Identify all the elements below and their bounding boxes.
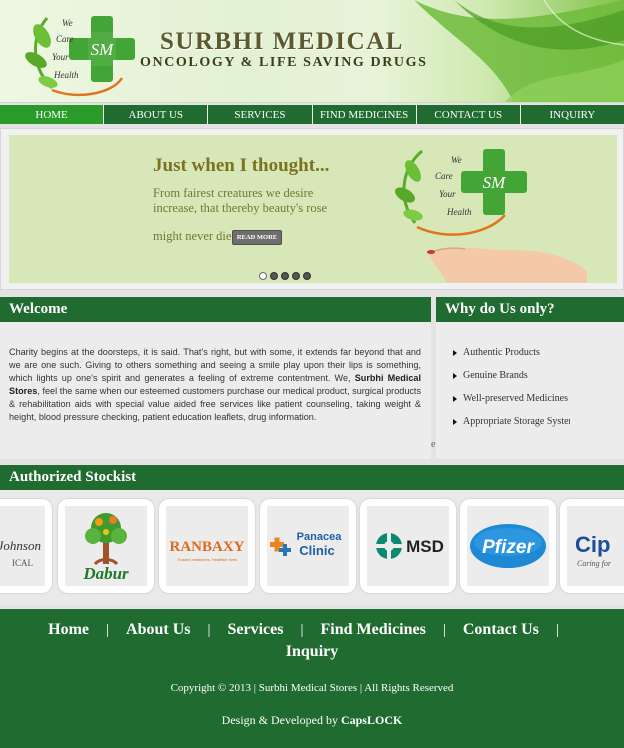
logo-monogram: SM [91, 40, 115, 59]
johnson-logo: Johnson ICAL [0, 538, 41, 568]
footer-link-home[interactable]: Home [48, 621, 89, 638]
hero-slider-frame: Just when I thought... From fairest crea… [0, 128, 624, 290]
brand-dabur[interactable]: Dabur [58, 499, 154, 593]
slider-dot-1[interactable] [259, 272, 267, 280]
svg-text:Clinic: Clinic [299, 543, 334, 558]
svg-text:Care: Care [56, 34, 74, 44]
svg-text:MSD: MSD [406, 537, 444, 556]
svg-text:ICAL: ICAL [12, 558, 33, 568]
pfizer-logo: Pfizer [470, 524, 546, 568]
brand-msd[interactable]: MSD [360, 499, 456, 593]
svg-text:Health: Health [446, 207, 472, 217]
hand-logo-illustration: SM We Care Your Health [395, 149, 587, 283]
footer-link-services[interactable]: Services [228, 621, 284, 638]
why-item: Appropriate Storage System [453, 416, 570, 439]
svg-text:Panacea: Panacea [297, 531, 343, 543]
footer-link-about-us[interactable]: About Us [126, 621, 190, 638]
svg-text:Dabur: Dabur [82, 564, 129, 583]
slider-dot-3[interactable] [281, 272, 289, 280]
brand-cipla[interactable]: Cip Caring for [560, 499, 624, 593]
site-footer: Home | About Us | Services | Find Medicines | Co… [0, 609, 624, 748]
nav-contact-us[interactable]: CONTACT US [417, 105, 521, 124]
nav-about-us[interactable]: ABOUT US [104, 105, 209, 124]
design-credit: Design & Developed by CapsLOCK [221, 713, 403, 727]
brand-pfizer[interactable]: Pfizer [460, 499, 556, 593]
site-header: SM We Care Your Health SURBHI MEDICAL ON… [0, 0, 624, 103]
ticker-overflow-text: e [431, 439, 436, 450]
brand-johnson[interactable]: Johnson ICAL [0, 499, 52, 593]
nav-home[interactable]: HOME [0, 105, 105, 124]
logo-icon: SM We Care Your Health [25, 16, 135, 97]
svg-text:SM: SM [483, 173, 507, 192]
svg-text:Your: Your [52, 52, 69, 62]
brand-title: SURBHI MEDICAL [160, 28, 404, 55]
main-nav: HOME ABOUT US SERVICES FIND MEDICINES CO… [0, 105, 624, 124]
slider-dots [259, 272, 311, 280]
footer-link-find-medicines[interactable]: Find Medicines [321, 621, 426, 638]
welcome-heading: Welcome [0, 297, 431, 322]
nav-inquiry[interactable]: INQUIRY [521, 105, 624, 124]
leaf-decoration [414, 0, 624, 102]
slider-dot-2[interactable] [270, 272, 278, 280]
why-list: Authentic Products Genuine Brands Well-p… [453, 347, 570, 439]
welcome-text: Charity begins at the doorsteps, it is s… [9, 347, 422, 423]
svg-text:Johnson: Johnson [0, 538, 41, 553]
slider-dot-5[interactable] [303, 272, 311, 280]
svg-text:We: We [451, 155, 462, 165]
brand-ranbaxy[interactable]: RANBAXY Trusted medicines. Healthier liv… [159, 499, 255, 593]
slide-title: Just when I thought... [153, 155, 330, 176]
stockist-heading: Authorized Stockist [0, 465, 624, 490]
footer-link-contact-us[interactable]: Contact Us [463, 621, 539, 638]
why-panel: Authentic Products Genuine Brands Well-p… [436, 322, 624, 459]
copyright-text: Copyright © 2013 | Surbhi Medical Stores… [170, 682, 454, 694]
welcome-panel: Charity begins at the doorsteps, it is s… [0, 322, 431, 459]
panacea-logo: Panacea Clinic [270, 531, 343, 558]
why-heading: Why do Us only? [436, 297, 624, 322]
slider-dot-4[interactable] [292, 272, 300, 280]
cipla-logo: Cip Caring for [575, 532, 612, 568]
slide-text: From fairest creatures we desire increas… [153, 186, 328, 215]
msd-logo: MSD [375, 532, 444, 560]
svg-text:We: We [62, 18, 73, 28]
svg-text:Pfizer: Pfizer [482, 537, 535, 558]
stockist-carousel: Johnson ICAL Dabur RANBAXY Trusted medic… [0, 490, 624, 605]
why-item: Well-preserved Medicines [453, 393, 570, 416]
designer-link[interactable]: CapsLOCK [341, 713, 402, 727]
dabur-logo: Dabur [82, 513, 129, 583]
svg-text:Cip: Cip [575, 532, 610, 557]
svg-text:Trusted medicines. Healthier l: Trusted medicines. Healthier lives [177, 557, 237, 562]
slide-text-end: might never die [153, 229, 232, 243]
svg-text:Care: Care [435, 171, 453, 181]
svg-text:Caring for: Caring for [577, 559, 612, 568]
footer-nav: Home | About Us | Services | Find Medicines | Co… [48, 621, 559, 660]
footer-link-inquiry[interactable]: Inquiry [286, 643, 338, 660]
ranbaxy-logo: RANBAXY Trusted medicines. Healthier liv… [170, 539, 245, 562]
why-item: Authentic Products [453, 347, 570, 370]
read-more-button[interactable]: READ MORE [232, 230, 282, 245]
brand-panacea-clinic[interactable]: Panacea Clinic [260, 499, 356, 593]
nav-services[interactable]: SERVICES [208, 105, 313, 124]
hero-slider: Just when I thought... From fairest crea… [9, 135, 617, 283]
svg-text:Your: Your [439, 189, 456, 199]
nav-find-medicines[interactable]: FIND MEDICINES [313, 105, 417, 124]
brand-subtitle: ONCOLOGY & LIFE SAVING DRUGS [140, 55, 428, 70]
why-item: Genuine Brands [453, 370, 570, 393]
svg-text:Health: Health [53, 70, 79, 80]
svg-text:RANBAXY: RANBAXY [170, 539, 245, 555]
